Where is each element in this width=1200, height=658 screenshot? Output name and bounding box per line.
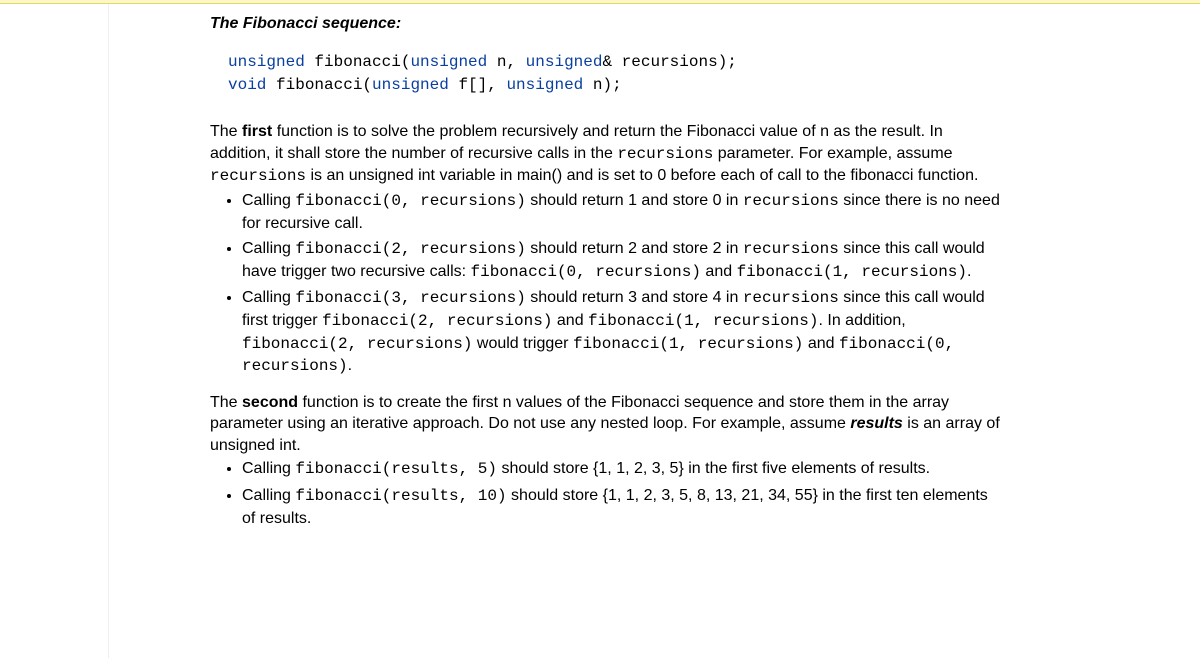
list-item: Calling fibonacci(0, recursions) should … — [242, 190, 1000, 234]
text: should return 2 and store 2 in — [526, 240, 743, 257]
inline-code: recursions — [743, 192, 839, 210]
inline-code: fibonacci(results, 10) — [295, 487, 506, 505]
code-text: & recursions); — [602, 53, 736, 71]
code-text: fibonacci( — [305, 53, 411, 71]
bold-results: results — [850, 415, 902, 432]
text: . — [967, 263, 971, 280]
bold-first: first — [242, 123, 272, 140]
inline-code: fibonacci(2, recursions) — [295, 240, 525, 258]
text: The — [210, 123, 242, 140]
text: Calling — [242, 192, 295, 209]
text: function is to create the first n values… — [210, 394, 949, 433]
text: and — [552, 312, 588, 329]
kw-unsigned: unsigned — [410, 53, 487, 71]
section-heading: The Fibonacci sequence: — [210, 14, 1000, 35]
kw-unsigned: unsigned — [506, 76, 583, 94]
inline-code: recursions — [743, 289, 839, 307]
inline-code: recursions — [210, 167, 306, 185]
text: The — [210, 394, 242, 411]
inline-code: recursions — [617, 145, 713, 163]
left-gutter — [0, 4, 109, 658]
inline-code: fibonacci(1, recursions) — [573, 335, 803, 353]
inline-code: fibonacci(2, recursions) — [322, 312, 552, 330]
inline-code: fibonacci(3, recursions) — [295, 289, 525, 307]
paragraph-second: The second function is to create the fir… — [210, 392, 1000, 457]
list-item: Calling fibonacci(results, 10) should st… — [242, 485, 1000, 529]
text: Calling — [242, 487, 295, 504]
list-item: Calling fibonacci(results, 5) should sto… — [242, 458, 1000, 481]
list-item: Calling fibonacci(3, recursions) should … — [242, 287, 1000, 377]
text: and — [701, 263, 737, 280]
inline-code: fibonacci(results, 5) — [295, 460, 497, 478]
text: would trigger — [472, 335, 573, 352]
inline-code: fibonacci(0, recursions) — [471, 263, 701, 281]
document-body: The Fibonacci sequence: unsigned fibonac… — [210, 14, 1000, 543]
inline-code: recursions — [743, 240, 839, 258]
text: . In addition, — [818, 312, 905, 329]
bullet-list-second: Calling fibonacci(results, 5) should sto… — [210, 458, 1000, 529]
bullet-list-first: Calling fibonacci(0, recursions) should … — [210, 190, 1000, 378]
kw-unsigned: unsigned — [372, 76, 449, 94]
text: should return 1 and store 0 in — [526, 192, 743, 209]
list-item: Calling fibonacci(2, recursions) should … — [242, 238, 1000, 283]
inline-code: fibonacci(0, recursions) — [295, 192, 525, 210]
text: Calling — [242, 289, 295, 306]
code-signatures: unsigned fibonacci(unsigned n, unsigned&… — [228, 51, 1000, 97]
text: Calling — [242, 460, 295, 477]
text: and — [803, 335, 839, 352]
bold-second: second — [242, 394, 298, 411]
text: is an unsigned int variable in main() an… — [306, 167, 978, 184]
text: parameter. For example, assume — [713, 145, 952, 162]
kw-void: void — [228, 76, 266, 94]
inline-code: fibonacci(1, recursions) — [588, 312, 818, 330]
text: Calling — [242, 240, 295, 257]
inline-code: fibonacci(1, recursions) — [737, 263, 967, 281]
text: should return 3 and store 4 in — [526, 289, 743, 306]
text: should store {1, 1, 2, 3, 5} in the firs… — [497, 460, 930, 477]
top-highlight-bar — [0, 0, 1200, 4]
code-text: f[], — [449, 76, 507, 94]
code-text: n, — [487, 53, 525, 71]
code-text: n); — [583, 76, 621, 94]
paragraph-first: The first function is to solve the probl… — [210, 121, 1000, 188]
kw-unsigned: unsigned — [228, 53, 305, 71]
code-text: fibonacci( — [266, 76, 372, 94]
text: . — [348, 357, 352, 374]
inline-code: fibonacci(2, recursions) — [242, 335, 472, 353]
kw-unsigned: unsigned — [526, 53, 603, 71]
